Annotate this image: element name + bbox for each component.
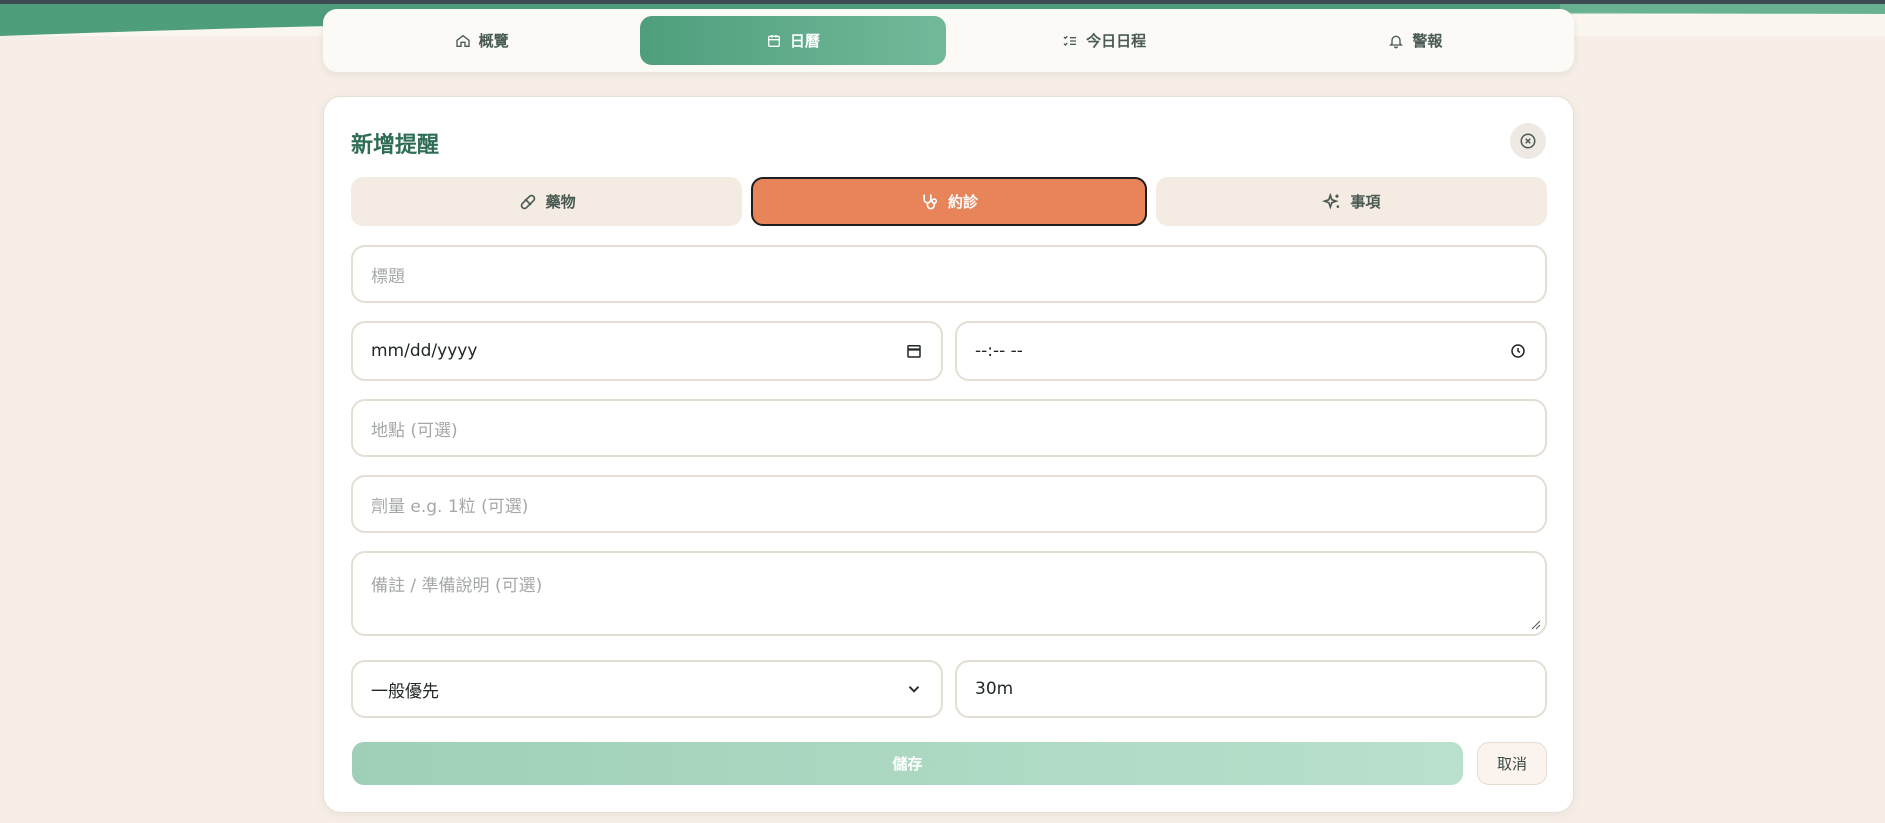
remind-before-input[interactable]: 30m bbox=[955, 660, 1547, 718]
reminder-type-selector: 藥物 約診 事項 bbox=[351, 177, 1547, 226]
priority-select[interactable]: 一般優先 bbox=[351, 660, 943, 718]
close-button[interactable] bbox=[1510, 123, 1546, 159]
resize-grip-icon[interactable] bbox=[1531, 620, 1541, 630]
main-nav: 概覽 日曆 今日日程 警報 bbox=[323, 9, 1574, 72]
nav-tab-label: 警報 bbox=[1412, 32, 1443, 50]
sparkles-icon bbox=[1322, 192, 1342, 212]
priority-value: 一般優先 bbox=[371, 681, 439, 702]
type-label: 事項 bbox=[1350, 193, 1381, 211]
notes-placeholder: 備註 / 準備說明 (可選) bbox=[371, 576, 543, 596]
remind-before-value: 30m bbox=[975, 679, 1014, 699]
nav-tab-label: 今日日程 bbox=[1086, 32, 1147, 50]
calendar-icon bbox=[766, 33, 782, 49]
nav-tab-label: 日曆 bbox=[789, 32, 820, 50]
pill-icon bbox=[518, 192, 538, 212]
nav-tab-calendar[interactable]: 日曆 bbox=[640, 16, 946, 65]
dosage-input[interactable]: 劑量 e.g. 1粒 (可選) bbox=[351, 475, 1547, 533]
date-input[interactable]: mm/dd/yyyy bbox=[351, 321, 943, 381]
location-input[interactable]: 地點 (可選) bbox=[351, 399, 1547, 457]
type-task-button[interactable]: 事項 bbox=[1155, 177, 1547, 226]
title-input[interactable]: 標題 bbox=[351, 245, 1547, 303]
nav-tab-label: 概覽 bbox=[478, 32, 509, 50]
type-label: 藥物 bbox=[545, 193, 576, 211]
notes-textarea[interactable]: 備註 / 準備說明 (可選) bbox=[351, 551, 1547, 636]
time-value: --:-- -- bbox=[975, 341, 1023, 361]
type-label: 約診 bbox=[947, 193, 978, 211]
checklist-icon bbox=[1062, 33, 1078, 49]
dosage-placeholder: 劑量 e.g. 1粒 (可選) bbox=[371, 496, 529, 517]
close-icon bbox=[1519, 132, 1537, 150]
title-placeholder: 標題 bbox=[371, 266, 405, 287]
date-value: mm/dd/yyyy bbox=[371, 341, 478, 361]
add-reminder-card: 新增提醒 藥物 約診 事項 標題 mm/dd/yyyy --:-- -- 地點 … bbox=[323, 96, 1574, 813]
time-input[interactable]: --:-- -- bbox=[955, 321, 1547, 381]
nav-tab-alerts[interactable]: 警報 bbox=[1263, 16, 1568, 65]
card-title: 新增提醒 bbox=[351, 133, 440, 158]
stethoscope-icon bbox=[920, 192, 940, 212]
calendar-picker-icon[interactable] bbox=[905, 342, 923, 360]
location-placeholder: 地點 (可選) bbox=[371, 420, 458, 441]
cancel-button[interactable]: 取消 bbox=[1477, 742, 1547, 785]
type-appointment-button[interactable]: 約診 bbox=[751, 177, 1147, 226]
type-medication-button[interactable]: 藥物 bbox=[351, 177, 743, 226]
home-icon bbox=[455, 33, 471, 49]
nav-tab-overview[interactable]: 概覽 bbox=[329, 16, 634, 65]
nav-tab-today[interactable]: 今日日程 bbox=[952, 16, 1257, 65]
clock-icon[interactable] bbox=[1509, 342, 1527, 360]
chevron-down-icon bbox=[905, 680, 923, 698]
save-button[interactable]: 儲存 bbox=[352, 742, 1463, 785]
bell-icon bbox=[1388, 33, 1404, 49]
